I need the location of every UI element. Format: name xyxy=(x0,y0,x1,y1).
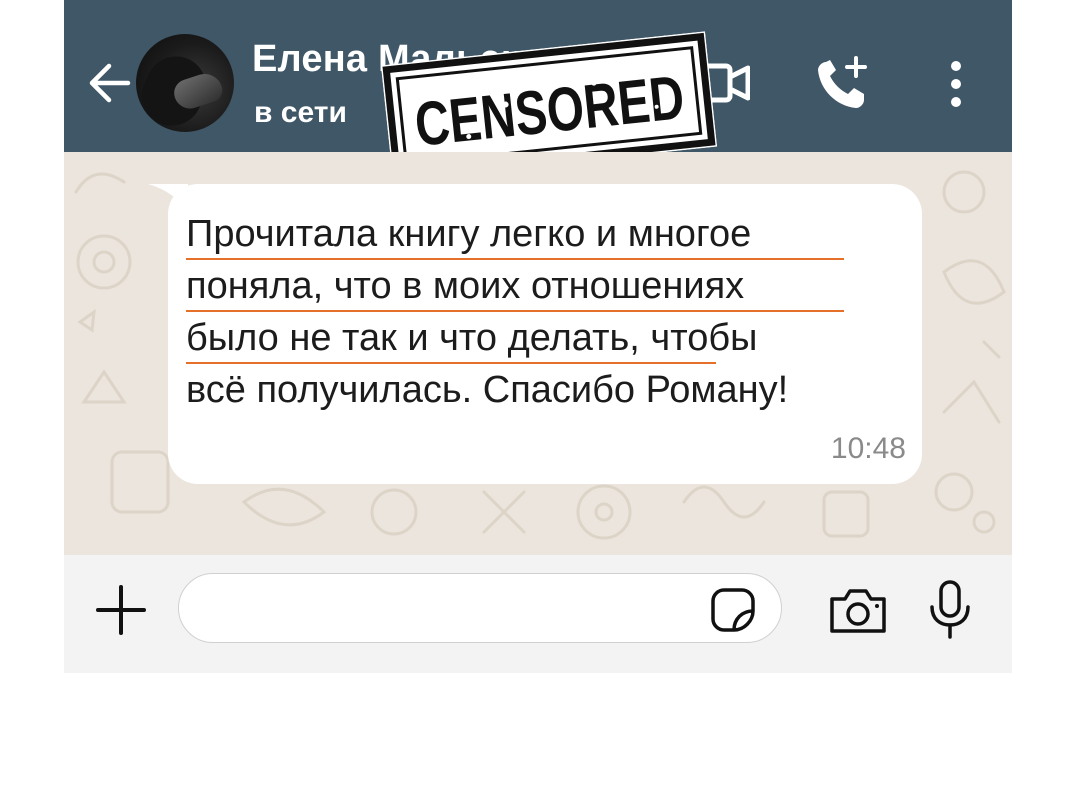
highlight-underline xyxy=(186,362,716,364)
camera-icon xyxy=(830,589,886,633)
add-call-button[interactable] xyxy=(812,54,876,114)
contact-avatar[interactable] xyxy=(136,34,234,132)
camera-button[interactable] xyxy=(828,585,888,635)
message-bubble[interactable]: Прочитала книгу легко и многое поняла, ч… xyxy=(168,184,922,484)
message-text: Прочитала книгу легко и многое поняла, ч… xyxy=(186,208,906,416)
more-options-button[interactable] xyxy=(938,56,974,112)
message-time: 10:48 xyxy=(830,432,906,465)
back-button[interactable] xyxy=(84,55,136,111)
sticker-button[interactable] xyxy=(710,587,756,633)
input-bar xyxy=(64,555,1012,673)
attach-button[interactable] xyxy=(92,581,150,639)
chat-area[interactable]: Прочитала книгу легко и многое поняла, ч… xyxy=(64,152,1012,555)
plus-icon xyxy=(96,585,146,635)
message-input[interactable] xyxy=(178,573,782,643)
contact-status: в сети xyxy=(254,96,347,129)
microphone-icon xyxy=(930,580,970,639)
highlight-underline xyxy=(186,258,844,260)
message-line: поняла, что в моих отношениях xyxy=(186,265,745,307)
chat-screen: Елена Мальская в сети CENSORED Прочитала… xyxy=(64,0,1012,673)
highlight-underline xyxy=(186,310,844,312)
more-options-icon xyxy=(951,61,961,71)
sticker-icon xyxy=(711,588,755,632)
message-line: было не так и что делать, чтобы xyxy=(186,317,758,359)
back-arrow-icon xyxy=(89,63,131,103)
message-line: Прочитала книгу легко и многое xyxy=(186,213,752,255)
voice-message-button[interactable] xyxy=(926,579,974,641)
message-line: всё получилась. Спасибо Роману! xyxy=(186,369,789,411)
add-call-icon xyxy=(818,56,867,108)
